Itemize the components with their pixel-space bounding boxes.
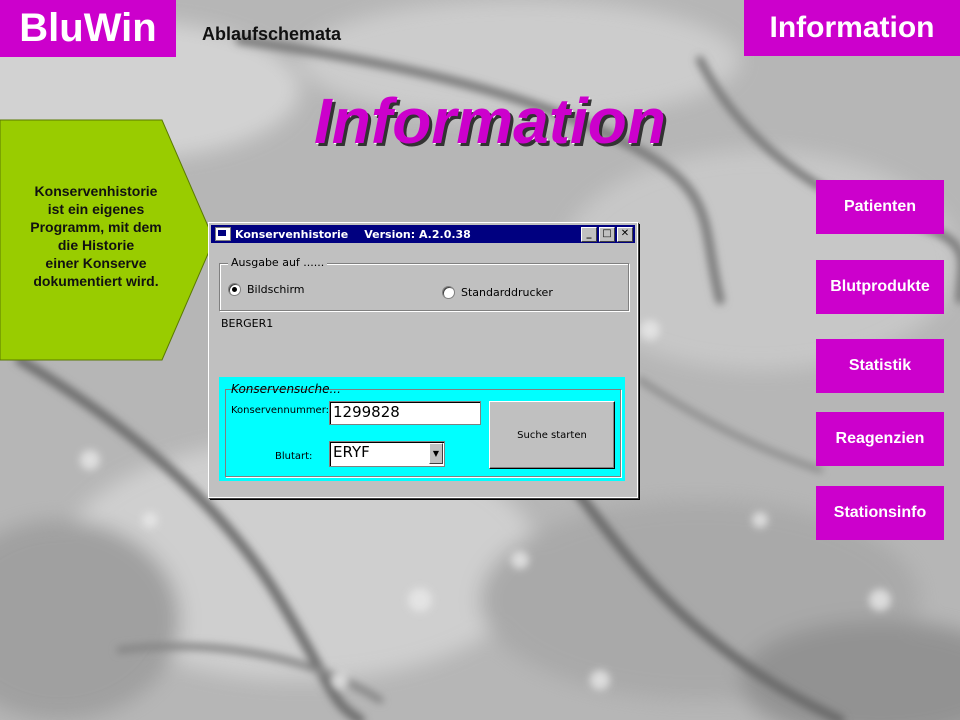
- dialog-title: Konservenhistorie: [235, 227, 349, 241]
- dialog-titlebar[interactable]: Konservenhistorie Version: A.2.0.38 _ □ …: [211, 225, 635, 243]
- chevron-down-icon[interactable]: ▼: [429, 443, 443, 464]
- minimize-button[interactable]: _: [581, 227, 597, 242]
- nav-button-patienten[interactable]: Patienten: [816, 180, 944, 234]
- blood-type-label: Blutart:: [275, 451, 313, 462]
- app-icon: [215, 227, 231, 241]
- blood-type-value: ERYF: [333, 443, 370, 461]
- output-groupbox: Ausgabe auf ...... Bildschirm Standarddr…: [219, 256, 629, 311]
- corner-section-label: Information: [744, 0, 960, 56]
- search-start-button[interactable]: Suche starten: [489, 401, 615, 469]
- nav-button-statistik[interactable]: Statistik: [816, 339, 944, 393]
- radio-standarddrucker-label: Standarddrucker: [461, 286, 553, 299]
- unit-number-input[interactable]: 1299828: [329, 401, 481, 425]
- brand-logo: BluWin: [0, 0, 176, 57]
- close-button[interactable]: ✕: [617, 227, 633, 242]
- radio-standarddrucker[interactable]: Standarddrucker: [442, 286, 553, 299]
- radio-bildschirm[interactable]: Bildschirm: [228, 283, 305, 296]
- search-panel: Konservensuche... Konservennummer: 12998…: [219, 377, 625, 481]
- search-group-label: Konservensuche...: [231, 382, 341, 396]
- dialog-version: Version: A.2.0.38: [364, 227, 471, 241]
- nav-button-stationsinfo[interactable]: Stationsinfo: [816, 486, 944, 540]
- unit-number-label: Konservennummer:: [231, 405, 330, 416]
- user-name: BERGER1: [221, 317, 274, 330]
- blood-type-select[interactable]: ERYF ▼: [329, 441, 445, 467]
- page-title: Information: [314, 85, 666, 157]
- radio-unselected-icon: [442, 286, 455, 299]
- nav-button-reagenzien[interactable]: Reagenzien: [816, 412, 944, 466]
- nav-button-blutprodukte[interactable]: Blutprodukte: [816, 260, 944, 314]
- konservenhistorie-dialog: Konservenhistorie Version: A.2.0.38 _ □ …: [208, 222, 638, 498]
- maximize-button[interactable]: □: [599, 227, 615, 242]
- radio-selected-icon: [228, 283, 241, 296]
- callout-text: Konservenhistorie ist ein eigenes Progra…: [30, 183, 162, 289]
- radio-bildschirm-label: Bildschirm: [247, 283, 305, 296]
- output-group-label: Ausgabe auf ......: [228, 256, 328, 269]
- section-subtitle: Ablaufschemata: [202, 24, 342, 44]
